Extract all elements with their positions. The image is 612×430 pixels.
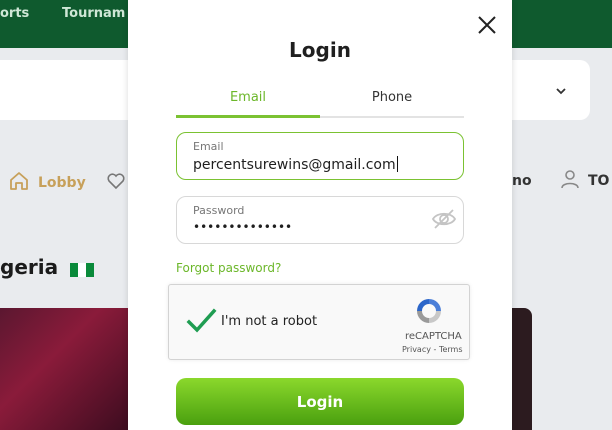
tab-phone[interactable]: Phone [320,86,464,116]
nav-casino-partial[interactable]: no [512,173,532,189]
heart-icon [106,171,126,195]
email-field[interactable]: Email percentsurewins@gmail.com [176,132,464,180]
recaptcha-links[interactable]: Privacy - Terms [402,345,463,354]
login-button[interactable]: Login [176,378,464,425]
recaptcha-label: I'm not a robot [221,314,318,329]
nigeria-flag-icon [70,263,94,277]
recaptcha-brand: reCAPTCHA [405,331,462,342]
user-icon [559,168,581,195]
login-tabs: Email Phone [176,86,464,118]
nav-tournaments[interactable]: Tournam [62,6,125,21]
nav-top-partial[interactable]: TO [588,173,609,189]
email-field-label: Email [193,140,224,153]
checkmark-icon[interactable] [185,305,217,337]
home-icon [8,170,30,196]
text-caret [396,156,398,172]
password-field-value[interactable]: •••••••••••••• [193,220,292,234]
eye-off-icon[interactable] [430,205,458,233]
nav-lobby-label: Lobby [38,175,86,191]
nav-lobby[interactable]: Lobby [8,170,126,196]
tab-email[interactable]: Email [176,86,320,118]
page-heading: geria [0,255,59,279]
forgot-password-link[interactable]: Forgot password? [176,261,281,275]
promo-banner-right[interactable] [512,308,532,430]
password-field[interactable]: Password •••••••••••••• [176,196,464,244]
recaptcha-logo-icon [413,295,445,327]
recaptcha-widget: I'm not a robot reCAPTCHA Privacy - Term… [168,284,470,360]
promo-banner[interactable] [0,308,130,430]
email-field-value[interactable]: percentsurewins@gmail.com [193,156,398,173]
nav-sports[interactable]: orts [0,6,29,21]
modal-title: Login [289,38,351,62]
chevron-down-icon[interactable] [556,84,566,98]
close-icon[interactable] [474,12,500,38]
password-field-label: Password [193,204,245,217]
